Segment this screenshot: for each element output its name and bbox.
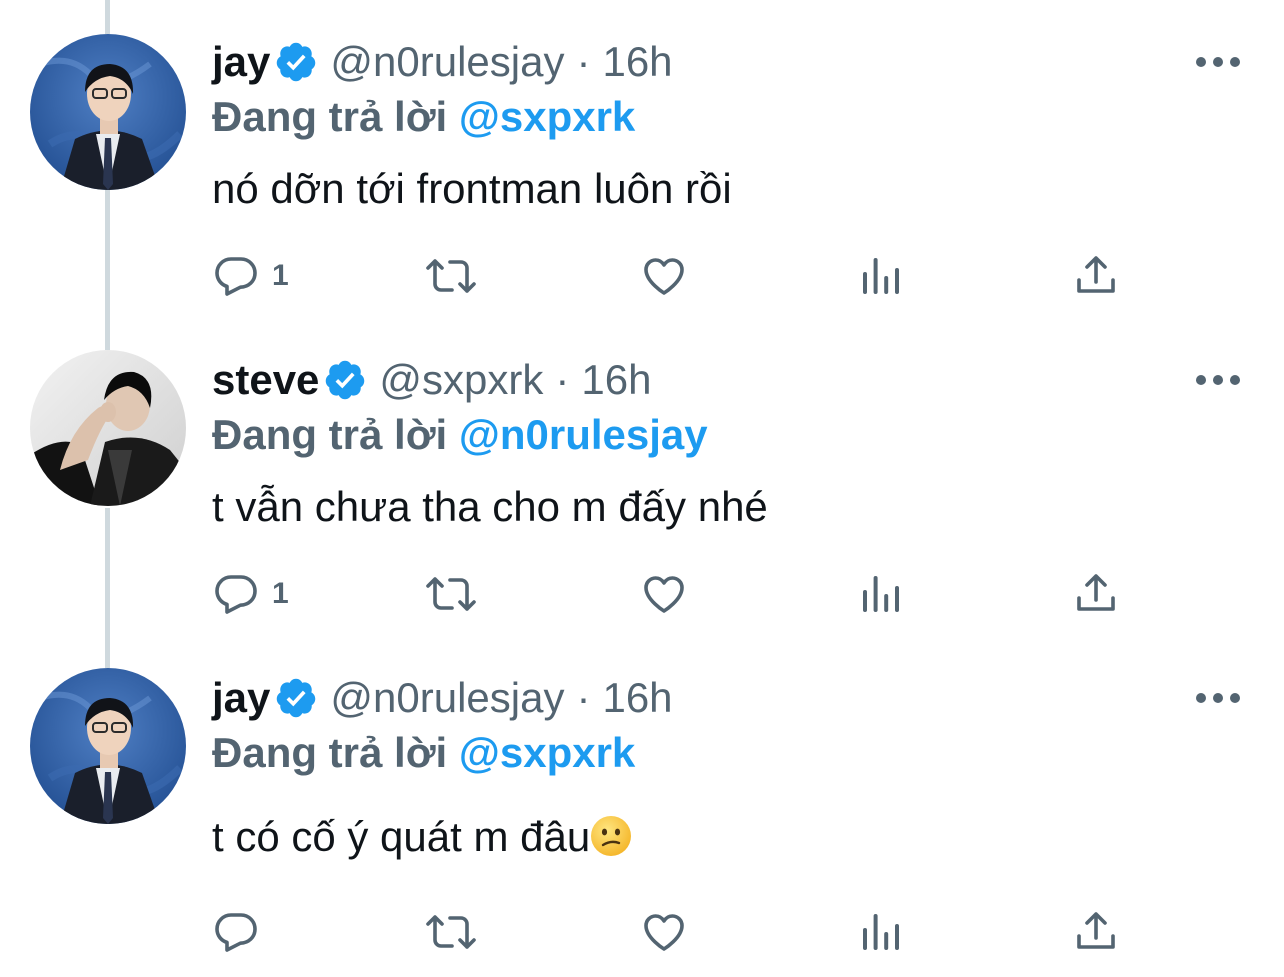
- share-button[interactable]: [1072, 908, 1120, 956]
- mention-link[interactable]: @sxpxrk: [459, 93, 635, 140]
- more-icon[interactable]: [1196, 692, 1240, 704]
- replying-to: Đang trả lời @n0rulesjay: [212, 410, 708, 460]
- verified-badge-icon: [274, 40, 318, 84]
- reply-icon: [212, 570, 260, 618]
- confused-face-emoji: [590, 815, 632, 857]
- separator-dot: ·: [555, 356, 570, 403]
- tweet-header: jay @n0rulesjay · 16h: [212, 673, 673, 723]
- retweet-button[interactable]: [424, 570, 478, 618]
- reply-count: 1: [272, 259, 289, 292]
- tweet[interactable]: jay @n0rulesjay · 16h Đang trả lời @sxpx…: [0, 636, 1284, 954]
- reply-button[interactable]: 1: [212, 252, 289, 300]
- heart-icon: [640, 570, 688, 618]
- user-handle[interactable]: @sxpxrk: [379, 355, 543, 405]
- tweet-header: steve @sxpxrk · 16h: [212, 355, 651, 405]
- retweet-icon: [424, 252, 478, 300]
- timestamp[interactable]: 16h: [602, 37, 672, 87]
- display-name[interactable]: jay: [212, 673, 270, 723]
- verified-badge-icon: [274, 676, 318, 720]
- user-handle[interactable]: @n0rulesjay: [330, 37, 564, 87]
- action-bar: 1: [212, 252, 1132, 302]
- avatar[interactable]: [30, 668, 186, 824]
- views-button[interactable]: [857, 252, 905, 300]
- share-icon: [1072, 252, 1120, 300]
- avatar[interactable]: [30, 350, 186, 506]
- share-button[interactable]: [1072, 570, 1120, 618]
- replying-to: Đang trả lời @sxpxrk: [212, 92, 635, 142]
- retweet-button[interactable]: [424, 252, 478, 300]
- share-icon: [1072, 570, 1120, 618]
- display-name[interactable]: steve: [212, 355, 319, 405]
- timestamp[interactable]: 16h: [581, 355, 651, 405]
- views-icon: [857, 252, 905, 300]
- reply-icon: [212, 908, 260, 956]
- reply-icon: [212, 252, 260, 300]
- more-icon[interactable]: [1196, 56, 1240, 68]
- share-icon: [1072, 908, 1120, 956]
- tweet-header: jay @n0rulesjay · 16h: [212, 37, 673, 87]
- like-button[interactable]: [640, 252, 688, 300]
- views-button[interactable]: [857, 908, 905, 956]
- reply-button[interactable]: [212, 908, 260, 956]
- like-button[interactable]: [640, 570, 688, 618]
- tweet[interactable]: jay @n0rulesjay · 16h Đang trả lời @sxpx…: [0, 0, 1284, 318]
- user-handle[interactable]: @n0rulesjay: [330, 673, 564, 723]
- action-bar: [212, 908, 1132, 958]
- heart-icon: [640, 252, 688, 300]
- like-button[interactable]: [640, 908, 688, 956]
- display-name[interactable]: jay: [212, 37, 270, 87]
- reply-button[interactable]: 1: [212, 570, 289, 618]
- views-icon: [857, 908, 905, 956]
- views-button[interactable]: [857, 570, 905, 618]
- reply-count: 1: [272, 577, 289, 610]
- tweet-text: t vẫn chưa tha cho m đấy nhé: [212, 483, 768, 530]
- replying-prefix: Đang trả lời: [212, 93, 448, 140]
- replying-to: Đang trả lời @sxpxrk: [212, 728, 635, 778]
- tweet-text: nó dỡn tới frontman luôn rồi: [212, 165, 732, 212]
- heart-icon: [640, 908, 688, 956]
- mention-link[interactable]: @sxpxrk: [459, 729, 635, 776]
- retweet-button[interactable]: [424, 908, 478, 956]
- separator-dot: ·: [576, 674, 591, 721]
- tweet[interactable]: steve @sxpxrk · 16h Đang trả lời @n0rule…: [0, 318, 1284, 636]
- timestamp[interactable]: 16h: [602, 673, 672, 723]
- share-button[interactable]: [1072, 252, 1120, 300]
- retweet-icon: [424, 908, 478, 956]
- tweet-text: t có cố ý quát m đâu: [212, 813, 591, 860]
- retweet-icon: [424, 570, 478, 618]
- views-icon: [857, 570, 905, 618]
- replying-prefix: Đang trả lời: [212, 729, 448, 776]
- mention-link[interactable]: @n0rulesjay: [459, 411, 708, 458]
- more-icon[interactable]: [1196, 374, 1240, 386]
- action-bar: 1: [212, 570, 1132, 620]
- tweet-text-container: t có cố ý quát m đâu: [212, 810, 632, 864]
- verified-badge-icon: [323, 358, 367, 402]
- separator-dot: ·: [576, 38, 591, 85]
- replying-prefix: Đang trả lời: [212, 411, 448, 458]
- avatar[interactable]: [30, 34, 186, 190]
